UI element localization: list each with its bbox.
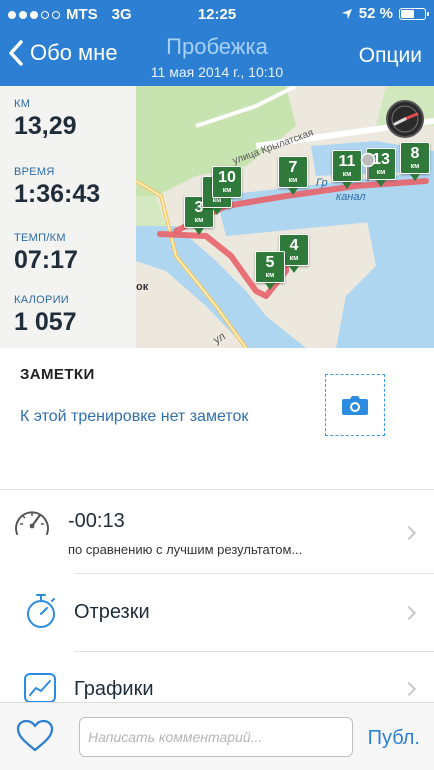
stat-value: 13,29 bbox=[14, 112, 77, 140]
location-arrow-icon bbox=[341, 8, 352, 19]
status-bar: MTS 3G 12:25 52 % bbox=[0, 0, 434, 28]
stopwatch-icon bbox=[27, 594, 55, 628]
battery-icon bbox=[399, 7, 429, 20]
map-canal-label-2: канал bbox=[336, 191, 366, 203]
stat-pace: темп/км 07:17 bbox=[14, 232, 78, 275]
chevron-right-icon bbox=[401, 525, 417, 541]
segments-label: Отрезки bbox=[74, 601, 150, 623]
map-bottom-label: ул bbox=[212, 330, 228, 346]
speedometer-icon bbox=[15, 511, 49, 535]
comparison-subtitle: по сравнению с лучшим результатом... bbox=[68, 542, 303, 557]
comment-bar: Публ. bbox=[0, 702, 434, 770]
notes-title: ЗАМЕТКИ bbox=[20, 366, 95, 383]
map-marker-km[interactable]: 5 км bbox=[255, 251, 285, 290]
map-left-label: ок bbox=[136, 281, 149, 293]
map-marker-km[interactable]: 11 км bbox=[332, 150, 362, 189]
stat-distance: км 13,29 bbox=[14, 98, 77, 141]
stat-label: время bbox=[14, 166, 55, 178]
like-heart-icon[interactable] bbox=[16, 719, 54, 753]
stat-value: 07:17 bbox=[14, 246, 78, 274]
compass-icon[interactable] bbox=[386, 100, 424, 138]
comment-input[interactable] bbox=[79, 717, 353, 757]
graphs-row[interactable]: Графики bbox=[0, 652, 434, 703]
stat-value: 1:36:43 bbox=[14, 180, 101, 208]
stat-calories: калории 1 057 bbox=[14, 294, 77, 337]
chevron-right-icon bbox=[401, 605, 417, 621]
map-canal-label-1: Гр bbox=[316, 177, 328, 189]
publish-button[interactable]: Публ. bbox=[368, 727, 420, 750]
comparison-value: -00:13 bbox=[68, 510, 125, 532]
stat-label: км bbox=[14, 98, 31, 110]
map-marker-km[interactable]: 8 км bbox=[400, 142, 430, 181]
camera-icon bbox=[342, 396, 368, 415]
status-right: 52 % bbox=[341, 5, 429, 22]
stat-value: 1 057 bbox=[14, 308, 77, 336]
add-photo-button[interactable] bbox=[325, 374, 385, 436]
best-result-comparison-row[interactable]: -00:13 по сравнению с лучшим результатом… bbox=[0, 490, 434, 572]
stat-label: темп/км bbox=[14, 232, 66, 244]
header: MTS 3G 12:25 52 % Обо мне Пробежка 11 ма… bbox=[0, 0, 434, 86]
stat-time: время 1:36:43 bbox=[14, 166, 100, 209]
stats-panel: км 13,29 время 1:36:43 темп/км 07:17 кал… bbox=[0, 86, 136, 348]
graphs-label: Графики bbox=[74, 678, 154, 700]
notes-empty-text: К этой тренировке нет заметок bbox=[20, 408, 249, 425]
map-marker-km[interactable]: 7 км bbox=[278, 156, 308, 195]
chart-icon bbox=[24, 673, 56, 703]
segments-row[interactable]: Отрезки bbox=[0, 574, 434, 650]
chevron-right-icon bbox=[401, 681, 417, 697]
map-marker-km[interactable]: 10 км bbox=[212, 166, 242, 205]
finish-pin-icon bbox=[360, 152, 376, 181]
battery-percent: 52 % bbox=[358, 5, 393, 22]
route-map[interactable]: улица Крылатская Гр канал ок ул 3км 6км … bbox=[136, 86, 434, 348]
options-button[interactable]: Опции bbox=[359, 44, 422, 68]
stat-label: калории bbox=[14, 294, 70, 306]
